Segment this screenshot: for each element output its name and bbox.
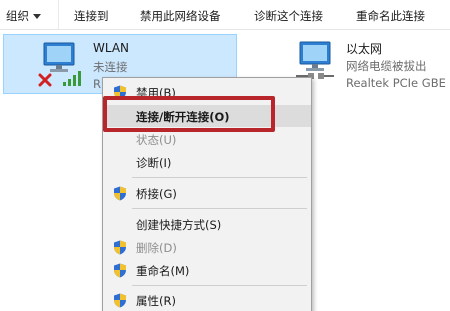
chevron-down-icon: [33, 14, 41, 19]
menu-separator: [132, 285, 307, 286]
shield-icon: [114, 240, 126, 255]
adapter-name: WLAN: [93, 41, 130, 55]
rename-connection-button[interactable]: 重命名此连接: [356, 8, 425, 24]
organize-menu[interactable]: 组织: [6, 8, 41, 24]
menu-item-label: 状态(U): [136, 133, 177, 147]
adapter-status: 未连接: [93, 60, 128, 74]
toolbar-divider: [58, 0, 59, 30]
menu-separator: [132, 177, 307, 178]
menu-item-diagnose[interactable]: 诊断(I): [103, 151, 311, 173]
annotation-highlight-box: [103, 96, 275, 132]
adapter-status: 网络电缆被拔出: [346, 59, 427, 73]
disable-device-button[interactable]: 禁用此网络设备: [140, 8, 221, 24]
menu-item-label: 删除(D): [136, 241, 177, 255]
menu-item-label: 重命名(M): [136, 264, 190, 278]
adapter-device: Realtek PCIe GBE: [346, 76, 446, 90]
shield-icon: [114, 293, 126, 308]
adapter-ethernet[interactable]: 以太网 网络电缆被拔出 Realtek PCIe GBE: [290, 34, 450, 94]
menu-separator: [132, 208, 307, 209]
adapter-name: 以太网: [346, 42, 383, 56]
wifi-signal-icon: [63, 71, 81, 86]
menu-item-rename[interactable]: 重命名(M): [103, 259, 311, 281]
shield-icon: [114, 263, 126, 278]
organize-label: 组织: [6, 9, 29, 23]
menu-item-label: 属性(R): [136, 294, 176, 308]
shield-icon: [114, 186, 126, 201]
menu-item-delete[interactable]: 删除(D): [103, 236, 311, 258]
menu-item-label: 诊断(I): [136, 156, 172, 170]
menu-item-bridge[interactable]: 桥接(G): [103, 182, 311, 204]
command-bar: 组织 连接到 禁用此网络设备 诊断这个连接 重命名此连接: [0, 0, 450, 30]
menu-item-create-shortcut[interactable]: 创建快捷方式(S): [103, 213, 311, 235]
disconnected-x-icon: [38, 73, 52, 87]
adapter-device: R: [93, 77, 101, 91]
menu-item-label: 桥接(G): [136, 187, 177, 201]
connect-to-button[interactable]: 连接到: [74, 8, 109, 24]
menu-item-properties[interactable]: 属性(R): [103, 289, 311, 311]
diagnose-connection-button[interactable]: 诊断这个连接: [254, 8, 323, 24]
menu-item-label: 创建快捷方式(S): [136, 218, 222, 232]
